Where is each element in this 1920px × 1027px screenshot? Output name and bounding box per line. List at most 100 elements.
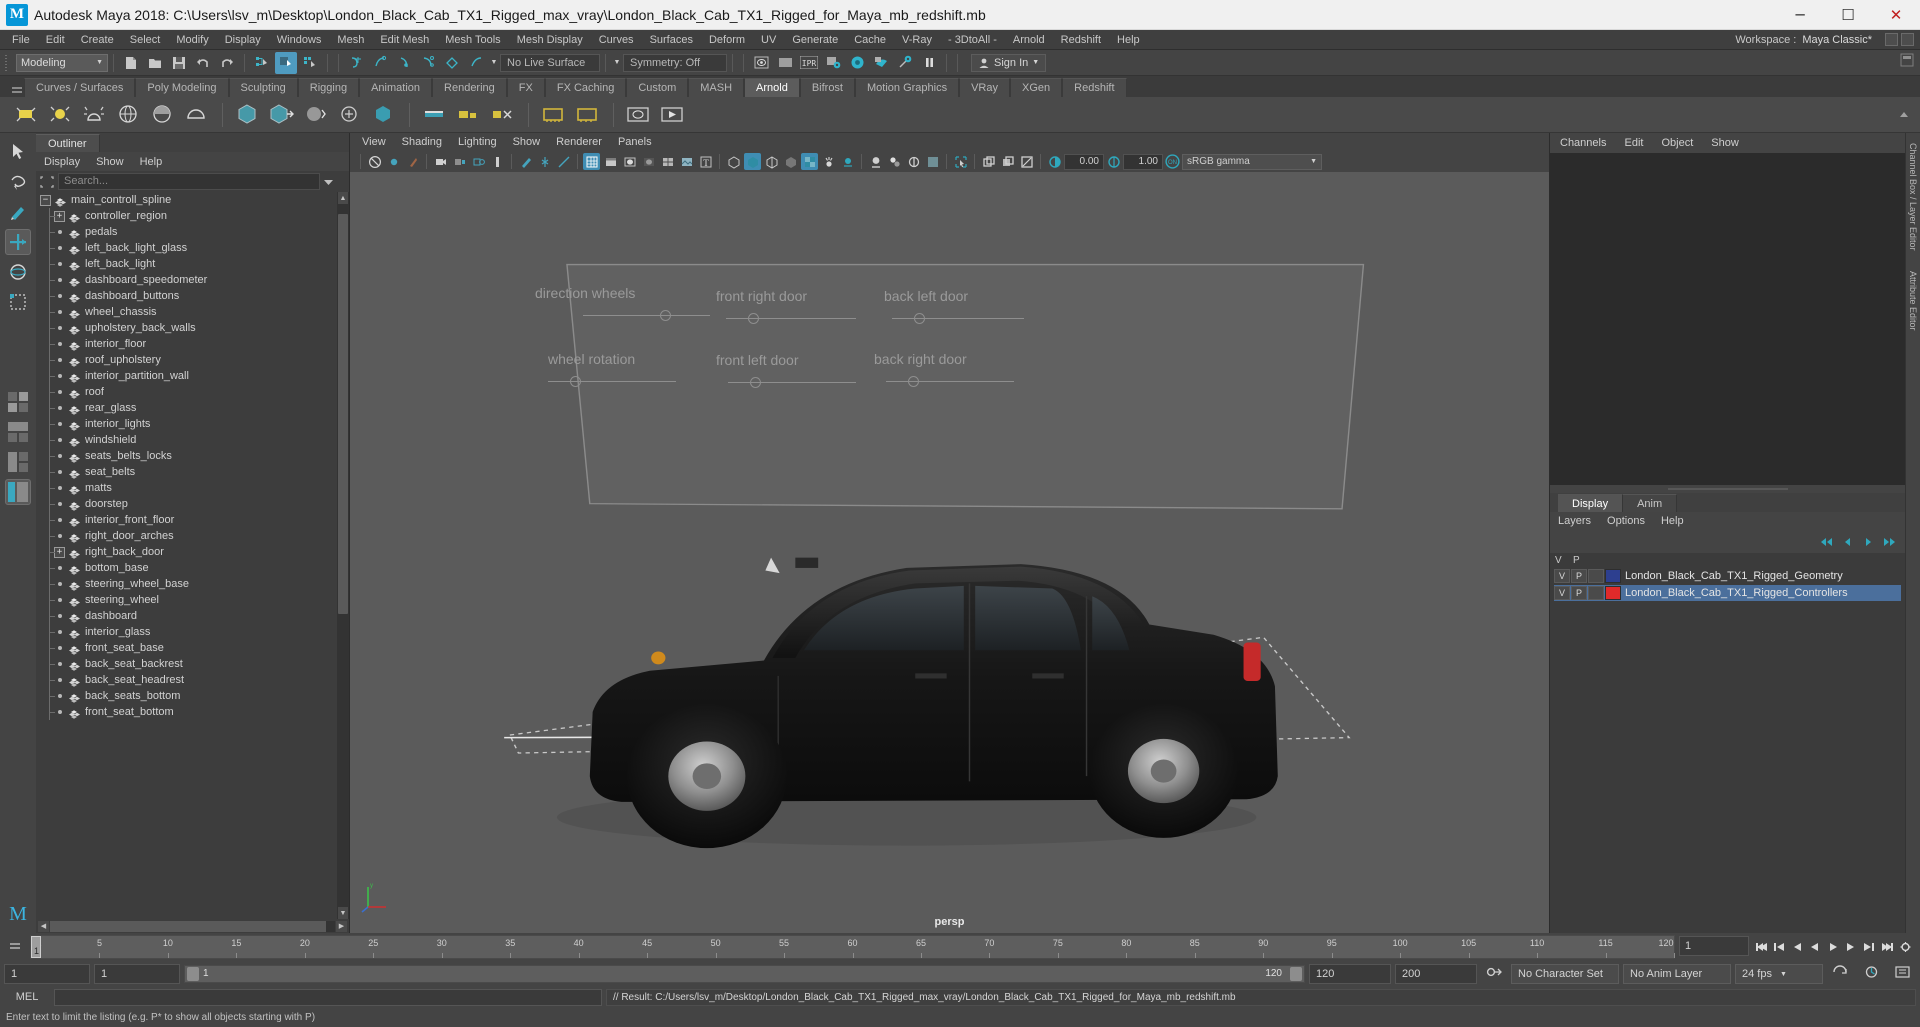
arnold-sky-dome-light-icon[interactable] xyxy=(80,100,110,130)
outliner-item-dashboard_speedometer[interactable]: dashboard_speedometer xyxy=(36,272,349,288)
select-by-component-type-button[interactable] xyxy=(299,52,321,74)
shelf-tab-animation[interactable]: Animation xyxy=(359,78,433,97)
menu-vray[interactable]: V-Ray xyxy=(894,30,940,50)
layout-four-view-icon[interactable] xyxy=(5,389,31,415)
render-settings-button[interactable] xyxy=(822,52,844,74)
color-space-dropdown[interactable]: sRGB gamma ▼ xyxy=(1182,153,1322,170)
current-time-indicator[interactable]: 1 xyxy=(31,936,41,958)
snap-to-point-button[interactable] xyxy=(393,52,415,74)
animation-preferences-button[interactable] xyxy=(1897,938,1914,956)
use-default-light-icon[interactable] xyxy=(725,153,742,170)
shelf-tab-curves-surfaces[interactable]: Curves / Surfaces xyxy=(24,78,136,97)
workspace-lock-icon[interactable] xyxy=(1901,33,1914,46)
shelf-tab-arnold[interactable]: Arnold xyxy=(744,78,800,97)
save-scene-button[interactable] xyxy=(168,52,190,74)
shelf-tab-custom[interactable]: Custom xyxy=(626,78,689,97)
outliner-item-roof[interactable]: roof xyxy=(36,384,349,400)
layer-visibility-toggle[interactable]: V xyxy=(1554,585,1570,600)
render-region-filled-icon[interactable] xyxy=(999,153,1016,170)
outliner-item-seats_belts_locks[interactable]: seats_belts_locks xyxy=(36,448,349,464)
outliner-item-back_seat_headrest[interactable]: back_seat_headrest xyxy=(36,672,349,688)
outliner-search-chevron-icon[interactable] xyxy=(324,173,345,191)
wireframe-on-shaded-icon[interactable] xyxy=(659,153,676,170)
outliner-item-left_back_light_glass[interactable]: left_back_light_glass xyxy=(36,240,349,256)
menu-select[interactable]: Select xyxy=(122,30,169,50)
xray-active-icon[interactable] xyxy=(905,153,922,170)
character-set-dropdown[interactable]: No Character Set xyxy=(1511,964,1619,984)
outliner-item-front_seat_bottom[interactable]: front_seat_bottom xyxy=(36,704,349,720)
step-forward-keyframe-button[interactable] xyxy=(1861,938,1878,956)
twod-pan-zoom-icon[interactable] xyxy=(470,153,487,170)
maximize-button[interactable]: ☐ xyxy=(1824,0,1872,30)
scroll-down-arrow-icon[interactable]: ▼ xyxy=(338,907,348,919)
arnold-render-view-icon[interactable] xyxy=(624,100,654,130)
time-slider[interactable]: 1510152025303540455055606570758085909510… xyxy=(30,935,1675,959)
range-end-field[interactable]: 120 xyxy=(1309,964,1391,984)
statusline-grip[interactable] xyxy=(3,53,11,73)
outliner-item-wheel_chassis[interactable]: wheel_chassis xyxy=(36,304,349,320)
animation-preferences-icon[interactable] xyxy=(1858,964,1885,985)
hscroll-track[interactable] xyxy=(50,920,335,932)
arnold-aov-browser-icon[interactable] xyxy=(539,100,569,130)
arnold-open-render-view-icon[interactable] xyxy=(658,100,688,130)
outliner-item-back_seat_backrest[interactable]: back_seat_backrest xyxy=(36,656,349,672)
symmetry-chevron-icon[interactable]: ▼ xyxy=(612,52,622,74)
channelbox-menu-channels[interactable]: Channels xyxy=(1560,137,1624,149)
controller-knob[interactable] xyxy=(660,310,671,321)
layout-outliner-persp-icon[interactable] xyxy=(5,479,31,505)
outliner-item-interior_partition_wall[interactable]: interior_partition_wall xyxy=(36,368,349,384)
controller-track[interactable] xyxy=(892,318,1024,319)
undo-button[interactable] xyxy=(192,52,214,74)
viewport-menu-show[interactable]: Show xyxy=(513,136,557,148)
hypershade-button[interactable] xyxy=(846,52,868,74)
select-tool-icon[interactable] xyxy=(5,139,31,165)
viewport-render-region-icon[interactable] xyxy=(980,153,997,170)
attribute-editor-side-tab[interactable]: Attribute Editor xyxy=(1908,261,1918,341)
range-slider-right-handle[interactable] xyxy=(1290,967,1302,981)
scroll-left-arrow-icon[interactable]: ◀ xyxy=(38,920,49,932)
shelf-tab-fx-caching[interactable]: FX Caching xyxy=(544,78,627,97)
workspace-save-icon[interactable] xyxy=(1885,33,1898,46)
redo-button[interactable] xyxy=(216,52,238,74)
arnold-standin-icon[interactable] xyxy=(233,100,263,130)
fps-dropdown[interactable]: 24 fps ▼ xyxy=(1735,964,1823,984)
menu-3dtoall[interactable]: - 3DtoAll - xyxy=(940,30,1005,50)
outliner-item-back_seats_bottom[interactable]: back_seats_bottom xyxy=(36,688,349,704)
layer-list-empty-area[interactable] xyxy=(1550,601,1905,933)
outliner-menu-help[interactable]: Help xyxy=(140,156,179,168)
exposure-value-field[interactable]: 0.00 xyxy=(1064,153,1104,170)
outliner-vertical-scrollbar[interactable]: ▲ ▼ xyxy=(337,192,349,919)
paint-effects-icon[interactable] xyxy=(517,153,534,170)
collapse-statusline-icon[interactable] xyxy=(1900,53,1914,72)
isolate-select-icon[interactable] xyxy=(867,153,884,170)
layout-persp-graph-icon[interactable] xyxy=(5,449,31,475)
render-sequence-button[interactable] xyxy=(774,52,796,74)
symmetry-field[interactable]: Symmetry: Off xyxy=(623,53,727,72)
menu-edit-mesh[interactable]: Edit Mesh xyxy=(372,30,437,50)
snap-to-curve-button[interactable] xyxy=(369,52,391,74)
step-back-keyframe-button[interactable] xyxy=(1771,938,1788,956)
play-backwards-button[interactable] xyxy=(1807,938,1824,956)
shelf-tab-redshift[interactable]: Redshift xyxy=(1062,78,1127,97)
snap-options-chevron-icon[interactable]: ▼ xyxy=(489,52,499,74)
cycle-playback-icon[interactable] xyxy=(1827,964,1854,984)
scroll-up-arrow-icon[interactable]: ▲ xyxy=(338,192,348,204)
select-camera-icon[interactable] xyxy=(366,153,383,170)
layer-playback-toggle[interactable]: P xyxy=(1571,568,1587,583)
pause-render-button[interactable] xyxy=(918,52,940,74)
flat-shade-icon[interactable] xyxy=(640,153,657,170)
layer-tab-anim[interactable]: Anim xyxy=(1623,493,1678,512)
layer-visibility-toggle[interactable]: V xyxy=(1554,568,1570,583)
select-by-object-type-button[interactable] xyxy=(275,51,297,74)
outliner-item-controller_region[interactable]: + controller_region xyxy=(36,208,349,224)
outliner-item-windshield[interactable]: windshield xyxy=(36,432,349,448)
persp-viewport[interactable]: direction wheels front right door back lef… xyxy=(350,172,1549,933)
outliner-tree[interactable]: − main_controll_spline + controller_region p… xyxy=(36,192,349,919)
hscroll-thumb[interactable] xyxy=(50,920,326,932)
lasso-tool-icon[interactable] xyxy=(5,169,31,195)
menu-mesh-display[interactable]: Mesh Display xyxy=(509,30,591,50)
menu-help[interactable]: Help xyxy=(1109,30,1148,50)
menu-cache[interactable]: Cache xyxy=(846,30,894,50)
arnold-dome-icon[interactable] xyxy=(148,100,178,130)
outliner-item-matts[interactable]: matts xyxy=(36,480,349,496)
